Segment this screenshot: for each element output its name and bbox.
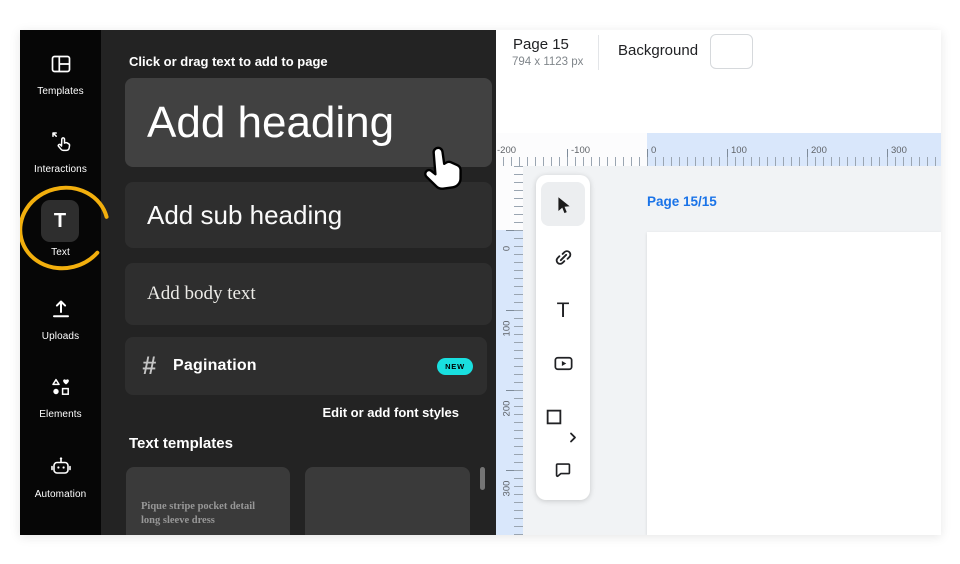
pagination-label: Pagination bbox=[173, 357, 257, 374]
ruler-tick-label: 300 bbox=[891, 145, 907, 156]
sidebar-item-label: Interactions bbox=[34, 164, 87, 175]
add-heading-card[interactable]: Add heading bbox=[125, 78, 492, 167]
panel-scrollbar-thumb[interactable] bbox=[480, 467, 485, 490]
ruler-tick-label: 200 bbox=[501, 400, 513, 417]
ruler-tick-label: 0 bbox=[651, 145, 657, 156]
text-templates-heading: Text templates bbox=[129, 435, 233, 452]
elements-icon bbox=[49, 375, 73, 399]
templates-icon bbox=[49, 52, 73, 76]
text-template-card[interactable] bbox=[305, 467, 470, 535]
text-tool-icon: T bbox=[556, 298, 570, 322]
video-icon bbox=[553, 356, 573, 371]
page-indicator: Page 15/15 bbox=[647, 194, 717, 209]
sidebar: Templates Interactions T Text Uploads El… bbox=[20, 30, 101, 535]
template-sample-text: Pique stripe pocket detail long sleeve d… bbox=[141, 501, 256, 527]
background-label: Background bbox=[618, 42, 699, 59]
vertical-ruler: 0 100 200 300 bbox=[496, 166, 523, 535]
link-tool[interactable] bbox=[536, 231, 590, 284]
background-color-swatch[interactable] bbox=[710, 34, 753, 69]
ruler-tick-label: 0 bbox=[501, 245, 513, 252]
video-tool[interactable] bbox=[536, 337, 590, 390]
select-tool[interactable] bbox=[536, 178, 590, 231]
sidebar-item-interactions[interactable]: Interactions bbox=[20, 130, 101, 175]
text-icon: T bbox=[41, 200, 79, 242]
ruler-tick-label: 100 bbox=[501, 320, 513, 337]
cursor-icon bbox=[558, 196, 570, 213]
ruler-tick-label: -200 bbox=[497, 145, 517, 156]
canvas-top-strip bbox=[496, 77, 941, 133]
sidebar-item-templates[interactable]: Templates bbox=[20, 52, 101, 97]
tool-palette: T bbox=[536, 175, 590, 500]
sidebar-item-automation[interactable]: Automation bbox=[20, 455, 101, 500]
hash-icon: # bbox=[142, 351, 156, 380]
add-subheading-card[interactable]: Add sub heading bbox=[125, 182, 492, 248]
add-body-text-card[interactable]: Add body text bbox=[125, 263, 492, 325]
comment-icon bbox=[555, 462, 571, 477]
add-heading-label: Add heading bbox=[147, 97, 395, 147]
text-template-card[interactable]: Pique stripe pocket detail long sleeve d… bbox=[126, 467, 290, 535]
ruler-tick-label: 300 bbox=[501, 480, 513, 497]
ruler-tick-label: 100 bbox=[731, 145, 747, 156]
uploads-icon bbox=[49, 297, 73, 321]
horizontal-ruler: -200 -100 0 100 200 300 bbox=[496, 133, 941, 166]
text-tool[interactable]: T bbox=[536, 284, 590, 337]
link-icon bbox=[555, 250, 571, 265]
interactions-icon bbox=[49, 130, 73, 154]
sidebar-item-label: Uploads bbox=[41, 331, 80, 342]
add-subheading-label: Add sub heading bbox=[147, 199, 343, 230]
ruler-tick-label: 200 bbox=[811, 145, 827, 156]
add-body-text-label: Add body text bbox=[147, 283, 256, 304]
page-title: Page 15 bbox=[513, 36, 569, 53]
square-icon bbox=[546, 409, 561, 424]
sidebar-item-label: Elements bbox=[39, 409, 82, 420]
sidebar-item-text[interactable]: T Text bbox=[20, 200, 101, 275]
sidebar-item-label: Text bbox=[51, 247, 70, 258]
sidebar-item-label: Automation bbox=[34, 489, 87, 500]
sidebar-item-label: Templates bbox=[37, 86, 84, 97]
edit-font-styles-link[interactable]: Edit or add font styles bbox=[125, 405, 459, 420]
header-divider bbox=[598, 35, 599, 70]
chevron-right-icon bbox=[569, 432, 576, 443]
text-panel: Click or drag text to add to page Add he… bbox=[101, 30, 496, 535]
page-canvas[interactable] bbox=[647, 232, 941, 535]
shape-tool[interactable] bbox=[536, 390, 590, 443]
page-dimensions: 794 x 1123 px bbox=[512, 56, 584, 68]
comment-tool[interactable] bbox=[536, 443, 590, 496]
design-editor-window: Templates Interactions T Text Uploads El… bbox=[20, 30, 941, 535]
sidebar-item-elements[interactable]: Elements bbox=[20, 375, 101, 420]
pagination-card[interactable]: # Pagination NEW bbox=[125, 337, 487, 395]
ruler-tick-label: -100 bbox=[571, 145, 591, 156]
automation-icon bbox=[49, 455, 73, 479]
panel-title: Click or drag text to add to page bbox=[129, 54, 328, 69]
new-badge: NEW bbox=[437, 358, 473, 375]
sidebar-item-uploads[interactable]: Uploads bbox=[20, 297, 101, 342]
